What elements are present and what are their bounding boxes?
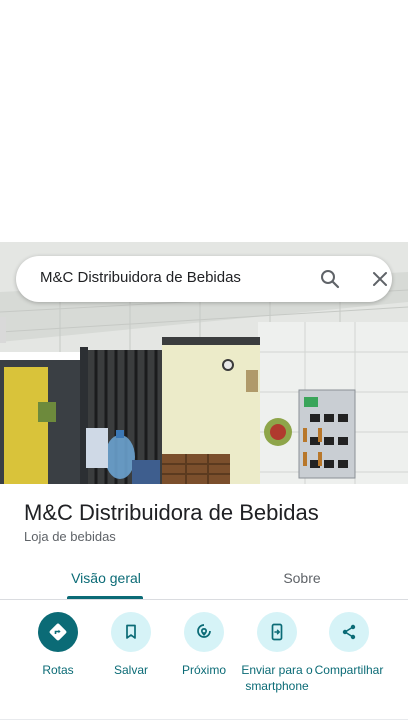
search-bar[interactable]: M&C Distribuidora de Bebidas xyxy=(16,256,392,302)
share-button[interactable]: Compartilhar xyxy=(309,612,389,678)
search-input[interactable]: M&C Distribuidora de Bebidas xyxy=(40,269,241,286)
share-label: Compartilhar xyxy=(314,663,384,677)
send-to-phone-icon[interactable] xyxy=(257,612,297,652)
place-tabs: Visão geral Sobre xyxy=(0,556,408,600)
place-title: M&C Distribuidora de Bebidas xyxy=(24,500,319,525)
bookmark-icon[interactable] xyxy=(111,612,151,652)
share-icon[interactable] xyxy=(329,612,369,652)
send-to-phone-button[interactable]: Enviar para o smartphone xyxy=(237,612,317,694)
directions-icon[interactable] xyxy=(38,612,78,652)
nearby-icon[interactable] xyxy=(184,612,224,652)
nearby-button[interactable]: Próximo xyxy=(164,612,244,678)
directions-label: Rotas xyxy=(42,663,74,677)
tab-about[interactable]: Sobre xyxy=(232,556,372,600)
place-category: Loja de bebidas xyxy=(24,529,116,544)
tab-overview[interactable]: Visão geral xyxy=(36,556,176,600)
active-tab-indicator xyxy=(67,596,143,599)
bottom-divider xyxy=(0,719,408,720)
nearby-label: Próximo xyxy=(181,663,226,677)
save-button[interactable]: Salvar xyxy=(91,612,171,678)
blank-map-area xyxy=(0,0,408,242)
save-label: Salvar xyxy=(113,663,148,677)
send-to-phone-label: Enviar para o smartphone xyxy=(241,663,313,693)
action-buttons: Rotas Salvar Próximo Enviar para o smart… xyxy=(0,612,408,712)
close-icon[interactable] xyxy=(368,267,392,291)
search-icon[interactable] xyxy=(318,267,342,291)
directions-button[interactable]: Rotas xyxy=(18,612,98,678)
